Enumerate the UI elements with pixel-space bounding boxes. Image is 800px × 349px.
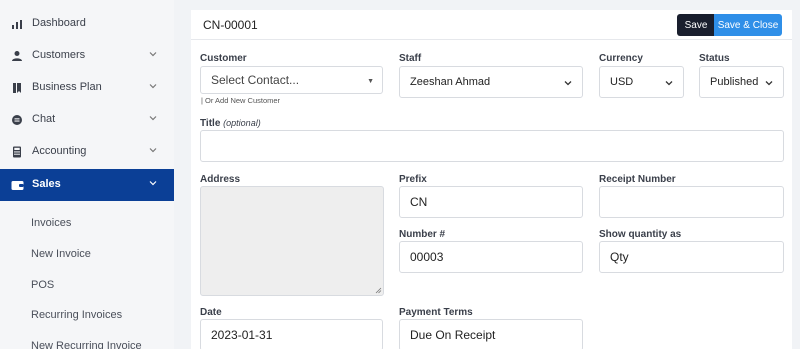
dropdown-arrow-icon: ▼ [367,78,374,85]
title-label: Title (optional) [200,118,261,129]
optional-hint: (optional) [223,118,261,128]
payment-terms-select[interactable]: Due On Receipt [399,319,583,349]
sidebar-subitem-new-invoice[interactable]: New Invoice [31,248,91,260]
sidebar-item-label: Dashboard [32,17,86,29]
chevron-down-icon [149,181,157,186]
bar-chart-icon [10,17,24,31]
page-title: CN-00001 [203,18,258,32]
sidebar-subitem-invoices[interactable]: Invoices [31,217,71,229]
customer-select[interactable]: Select Contact... ▼ [200,66,383,94]
date-label: Date [200,307,222,318]
date-input[interactable]: 2023-01-31 [200,319,383,349]
add-new-customer-link[interactable]: | Or Add New Customer [201,96,280,105]
calculator-icon [10,145,24,159]
sidebar-item-label: Sales [32,178,61,190]
sidebar-item-customers[interactable]: Customers [0,40,174,72]
show-quantity-as-label: Show quantity as [599,229,682,240]
chevron-down-icon [149,148,157,153]
sidebar-item-dashboard[interactable]: Dashboard [0,8,174,40]
payment-terms-label: Payment Terms [399,307,473,318]
status-label: Status [699,53,730,64]
sidebar-item-sales[interactable]: Sales [0,169,174,201]
currency-label: Currency [599,53,643,64]
sidebar-item-label: Customers [32,49,86,61]
sidebar-item-label: Accounting [32,145,87,157]
prefix-label: Prefix [399,174,427,185]
sidebar-subitem-new-recurring-invoice[interactable]: New Recurring Invoice [31,340,142,349]
chevron-down-icon [149,116,157,121]
chevron-down-icon [149,52,157,57]
receipt-number-input[interactable] [599,186,784,218]
chevron-down-icon [665,81,673,86]
credit-note-form-card: CN-00001 Save Save & Close Customer Staf… [191,10,792,349]
resize-grip-icon[interactable] [375,287,382,294]
chevron-down-icon [564,81,572,86]
status-select[interactable]: Published [699,66,784,98]
bookmark-icon [10,81,24,95]
number-input[interactable]: 00003 [399,241,583,273]
address-textarea[interactable] [200,186,384,296]
sidebar-item-business-plan[interactable]: Business Plan [0,72,174,104]
prefix-input[interactable]: CN [399,186,583,218]
receipt-number-label: Receipt Number [599,174,676,185]
show-quantity-as-input[interactable]: Qty [599,241,784,273]
staff-label: Staff [399,53,422,64]
chevron-down-icon [149,84,157,89]
save-button[interactable]: Save [677,14,715,36]
form-header: CN-00001 Save Save & Close [191,10,792,40]
sidebar: Dashboard Customers Business Plan Chat A… [0,0,174,349]
staff-select[interactable]: Zeeshan Ahmad [399,66,583,98]
chevron-down-icon [765,81,773,86]
sidebar-item-accounting[interactable]: Accounting [0,136,174,168]
address-label: Address [200,174,241,185]
sidebar-item-label: Business Plan [32,81,102,93]
number-label: Number # [399,229,446,240]
title-input[interactable] [200,130,784,162]
currency-select[interactable]: USD [599,66,684,98]
save-and-close-button[interactable]: Save & Close [714,14,782,36]
wallet-icon [10,178,24,192]
customer-label: Customer [200,53,247,64]
sidebar-item-label: Chat [32,113,56,125]
sidebar-item-chat[interactable]: Chat [0,104,174,136]
user-icon [10,49,24,63]
sidebar-subitem-recurring-invoices[interactable]: Recurring Invoices [31,309,122,321]
sidebar-subitem-pos[interactable]: POS [31,279,54,291]
chat-icon [10,113,24,127]
